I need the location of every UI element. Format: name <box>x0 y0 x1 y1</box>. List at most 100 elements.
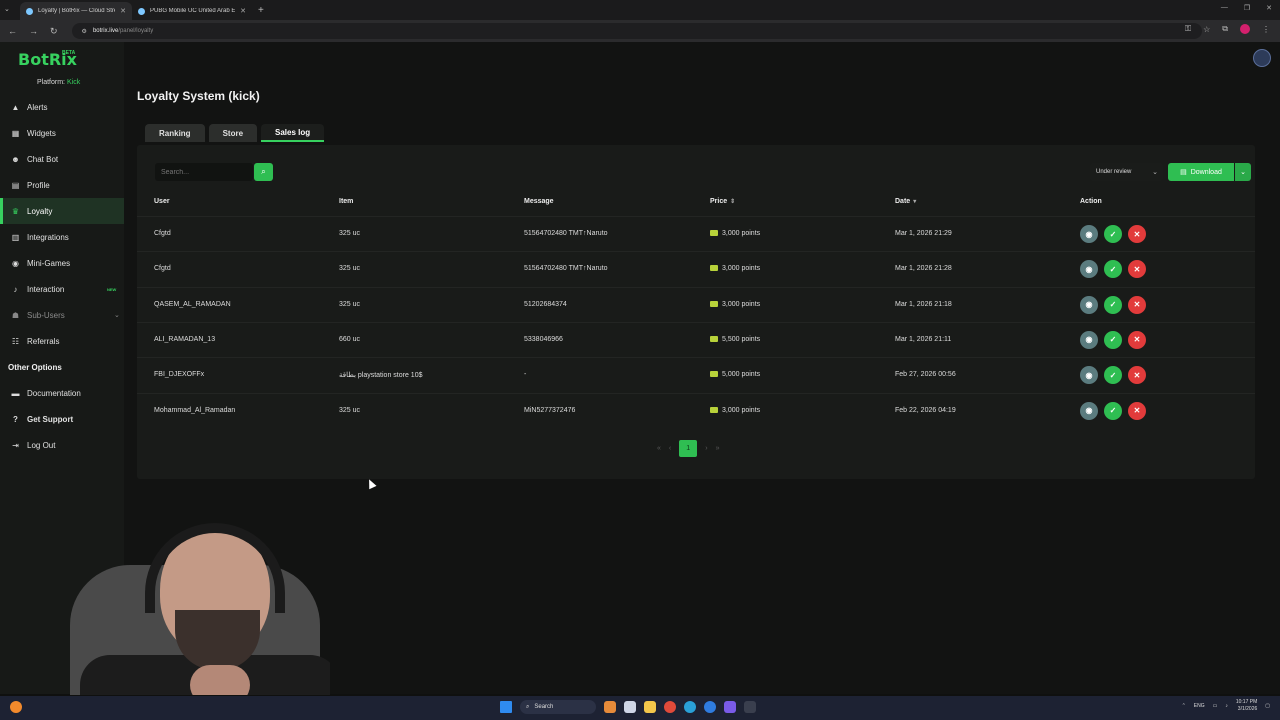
clock[interactable]: 10:17 PM 3/1/2026 <box>1236 699 1257 713</box>
sidebar-item-sub-users[interactable]: ☗ Sub-Users ⌄ <box>0 302 124 328</box>
edge-icon[interactable] <box>684 701 696 713</box>
sidebar-item-label: Mini-Games <box>27 258 71 268</box>
discord-icon[interactable] <box>724 701 736 713</box>
tab-store[interactable]: Store <box>208 124 258 142</box>
download-button[interactable]: ▤ Download <box>1168 163 1234 181</box>
profile-avatar-icon[interactable] <box>1240 24 1250 34</box>
prev-page-button[interactable]: ‹ <box>669 445 671 452</box>
browser-tab-loyalty[interactable]: Loyalty | BotRix — Cloud Strea ✕ <box>20 2 132 20</box>
start-icon[interactable] <box>500 701 512 713</box>
minimize-icon[interactable]: — <box>1221 4 1228 12</box>
site-info-icon[interactable]: ⚙ <box>82 28 87 35</box>
column-price[interactable]: Price ⇕ <box>710 198 735 205</box>
cell-message-text: - <box>524 371 527 379</box>
approve-button[interactable]: ✓ <box>1104 225 1122 243</box>
tab-ranking[interactable]: Ranking <box>145 124 205 142</box>
browser-icon[interactable] <box>704 701 716 713</box>
sidebar-item-integrations[interactable]: ▥ Integrations <box>0 224 124 250</box>
approve-button[interactable]: ✓ <box>1104 260 1122 279</box>
reject-button[interactable]: ✕ <box>1128 295 1146 314</box>
back-icon[interactable]: ← <box>8 26 17 37</box>
tab-search-icon[interactable]: ⌄ <box>4 5 10 13</box>
reject-button[interactable]: ✕ <box>1128 401 1146 420</box>
widgets-weather-icon[interactable] <box>10 701 22 713</box>
search-button[interactable]: ⌕ <box>254 163 273 181</box>
last-page-button[interactable]: » <box>716 445 720 452</box>
platform-indicator: Platform: Kick <box>37 79 80 86</box>
check-icon: ✓ <box>1109 264 1117 274</box>
search-input[interactable] <box>155 163 253 181</box>
extension-icon[interactable]: ⧉ <box>1222 24 1228 34</box>
reload-icon[interactable]: ↻ <box>50 26 58 37</box>
forward-icon[interactable]: → <box>29 26 38 37</box>
download-options-button[interactable]: ⌄ <box>1235 163 1251 181</box>
column-item[interactable]: Item <box>339 198 353 205</box>
reject-button[interactable]: ✕ <box>1128 260 1146 279</box>
chrome-icon[interactable] <box>664 701 676 713</box>
close-tab-icon[interactable]: ✕ <box>120 7 126 15</box>
sidebar-item-profile[interactable]: ▤ Profile <box>0 172 124 198</box>
sidebar-item-alerts[interactable]: ▲ Alerts <box>0 94 124 120</box>
view-button[interactable]: ◉ <box>1080 225 1098 243</box>
close-tab-icon[interactable]: ✕ <box>240 7 246 15</box>
taskbar-search[interactable]: ⌕ Search <box>520 700 596 714</box>
widgets-icon[interactable] <box>604 701 616 713</box>
sidebar-item-documentation[interactable]: ▬ Documentation <box>0 380 124 406</box>
reject-button[interactable]: ✕ <box>1128 330 1146 349</box>
sidebar-item-label: Loyalty <box>27 206 53 216</box>
cell-user: Mohammad_Al_Ramadan <box>154 407 235 414</box>
status-filter-select[interactable]: Under review ⌄ <box>1090 163 1163 181</box>
beta-badge: BETA <box>62 50 76 56</box>
cell-user: FBI_DJEXOFFx <box>154 371 204 378</box>
view-button[interactable]: ◉ <box>1080 330 1098 349</box>
view-button[interactable]: ◉ <box>1080 260 1098 279</box>
reject-button[interactable]: ✕ <box>1128 225 1146 243</box>
sidebar-item-loyalty[interactable]: ♛ Loyalty <box>0 198 124 224</box>
browser-tab-pubg[interactable]: PUBG Mobile UC United Arab E ✕ <box>132 2 252 20</box>
maximize-icon[interactable]: ❐ <box>1244 4 1250 12</box>
task-view-icon[interactable] <box>624 701 636 713</box>
view-button[interactable]: ◉ <box>1080 366 1098 385</box>
cell-user-text: FBI_DJEXOFFx <box>154 371 205 379</box>
sidebar-item-interaction[interactable]: ♪ Interaction NEW <box>0 276 124 302</box>
app-icon[interactable] <box>744 701 756 713</box>
first-page-button[interactable]: « <box>657 445 661 452</box>
platform-label: Platform: <box>37 79 66 86</box>
column-message[interactable]: Message <box>524 198 554 205</box>
sidebar-item-referrals[interactable]: ☷ Referrals <box>0 328 124 354</box>
approve-button[interactable]: ✓ <box>1104 295 1122 314</box>
sidebar-item-get-support[interactable]: ? Get Support <box>0 406 124 432</box>
network-icon[interactable]: ▭ <box>1213 703 1218 709</box>
approve-button[interactable]: ✓ <box>1104 366 1122 385</box>
page-button-current[interactable]: 1 <box>679 440 698 457</box>
sidebar-item-widgets[interactable]: ▦ Widgets <box>0 120 124 146</box>
reject-button[interactable]: ✕ <box>1128 366 1146 385</box>
cell-item-text: 325 uc <box>339 300 361 308</box>
next-page-button[interactable]: › <box>705 445 707 452</box>
bookmark-star-icon[interactable]: ☆ <box>1203 25 1210 34</box>
notifications-icon[interactable]: ▢ <box>1265 703 1270 709</box>
tray-chevron-icon[interactable]: ⌃ <box>1182 703 1186 709</box>
tab-sales-log[interactable]: Sales log <box>261 124 325 142</box>
close-window-icon[interactable]: ✕ <box>1266 4 1272 12</box>
column-price-label: Price <box>710 198 728 205</box>
approve-button[interactable]: ✓ <box>1104 401 1122 420</box>
approve-button[interactable]: ✓ <box>1104 330 1122 349</box>
view-button[interactable]: ◉ <box>1080 401 1098 420</box>
cell-user-text: Cfgtd <box>154 230 171 237</box>
menu-icon[interactable]: ⋮ <box>1262 25 1270 34</box>
file-explorer-icon[interactable] <box>644 701 656 713</box>
sidebar-item-chat-bot[interactable]: ☻ Chat Bot <box>0 146 124 172</box>
sidebar-item-mini-games[interactable]: ◉ Mini-Games <box>0 250 124 276</box>
sidebar-item-log-out[interactable]: ⇥ Log Out <box>0 432 124 458</box>
book-icon: ▬ <box>11 388 20 398</box>
help-icon: ? <box>13 414 18 424</box>
language-indicator[interactable]: ENG <box>1194 703 1205 709</box>
column-user[interactable]: User <box>154 198 170 205</box>
key-icon[interactable]: ⚿ <box>1185 24 1191 34</box>
new-tab-button[interactable]: + <box>252 5 270 16</box>
view-button[interactable]: ◉ <box>1080 295 1098 314</box>
url-field[interactable]: ⚙ botrix.live/panel/loyalty <box>71 23 1202 39</box>
column-date[interactable]: Date ▾ <box>895 198 916 205</box>
volume-icon[interactable]: ♪ <box>1225 703 1228 709</box>
